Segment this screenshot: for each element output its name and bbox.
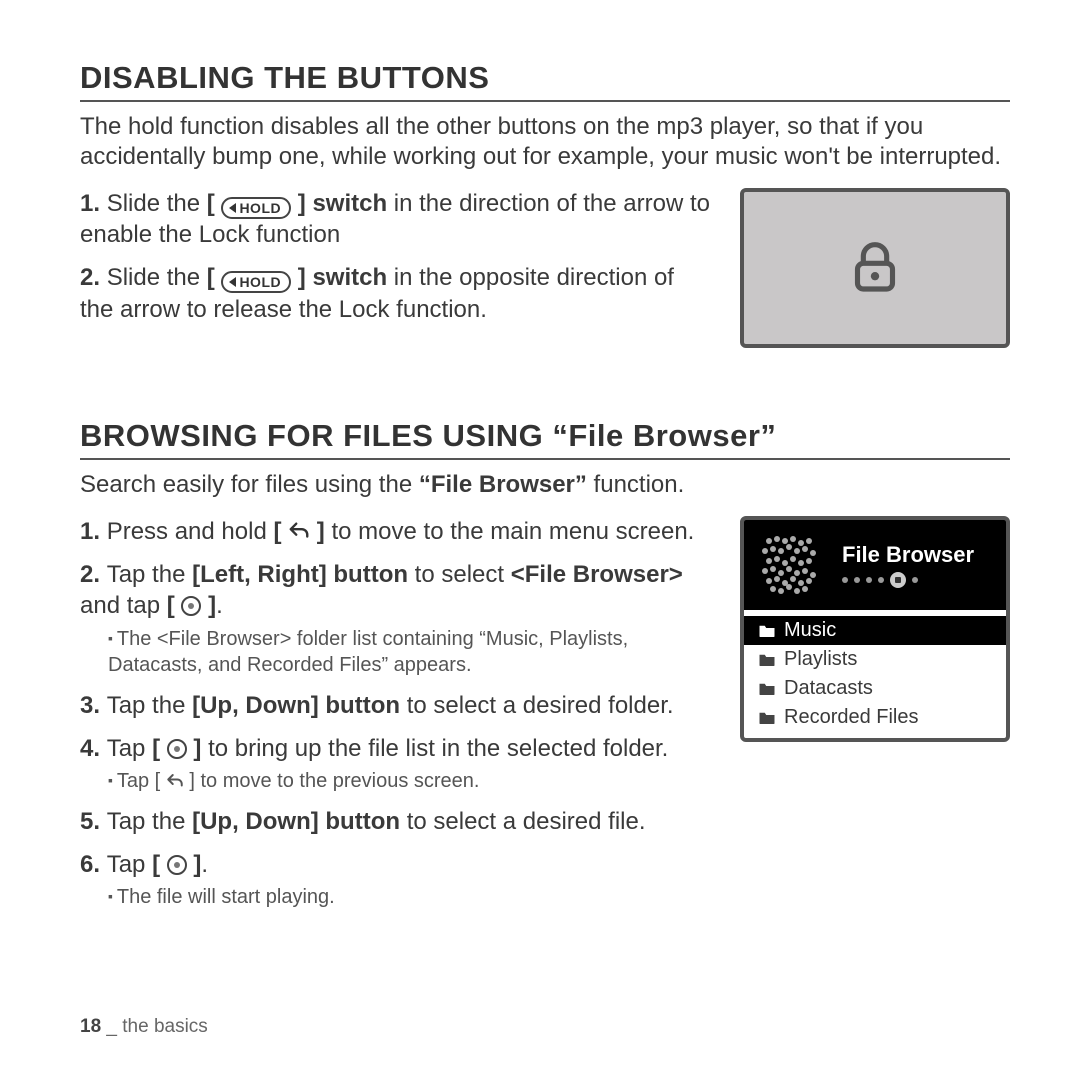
device-folder-list: Music Playlists Datacasts Recorded Files: [744, 610, 1006, 738]
hold-switch-icon: HOLD: [221, 271, 291, 293]
fb-step-6: 6. Tap [ ]. The file will start playing.: [80, 849, 710, 910]
fb-step-3: 3. Tap the [Up, Down] button to select a…: [80, 690, 710, 721]
device-title: File Browser: [842, 542, 974, 568]
select-button-icon: [167, 855, 187, 875]
folder-icon: [758, 681, 776, 697]
hold-switch-icon: HOLD: [221, 197, 291, 219]
page-footer: 18 _ the basics: [80, 1016, 208, 1038]
lock-icon: [847, 240, 903, 296]
intro-disabling: The hold function disables all the other…: [80, 112, 1010, 172]
folder-item: Recorded Files: [744, 703, 1006, 732]
back-icon: [288, 520, 310, 542]
folder-icon: [758, 710, 776, 726]
select-button-icon: [181, 596, 201, 616]
fb-step-2: 2. Tap the [Left, Right] button to selec…: [80, 559, 710, 677]
heading-disabling-buttons: DISABLING THE BUTTONS: [80, 60, 1010, 102]
device-header: File Browser: [744, 520, 1006, 610]
page-indicator: [842, 572, 974, 588]
lock-screen-illustration: [740, 188, 1010, 348]
folder-label: Playlists: [784, 648, 857, 671]
steps-disabling: 1. Slide the [ HOLD ] switch in the dire…: [80, 188, 710, 325]
folder-item: Music: [744, 616, 1006, 645]
select-button-icon: [167, 739, 187, 759]
folder-item: Playlists: [744, 645, 1006, 674]
file-browser-app-icon: [760, 534, 832, 596]
fb-step-2-sub: The <File Browser> folder list containin…: [108, 626, 710, 678]
file-browser-illustration: File Browser Music Playlists Datacasts Reco…: [740, 516, 1010, 742]
folder-icon: [758, 652, 776, 668]
folder-icon: [758, 623, 776, 639]
fb-step-6-sub: The file will start playing.: [108, 884, 710, 910]
fb-step-5: 5. Tap the [Up, Down] button to select a…: [80, 806, 710, 837]
folder-item: Datacasts: [744, 674, 1006, 703]
fb-step-4-sub: Tap [ ] to move to the previous screen.: [108, 768, 710, 794]
back-icon: [166, 772, 184, 790]
fb-step-1: 1. Press and hold [ ] to move to the mai…: [80, 516, 710, 547]
folder-label: Music: [784, 619, 836, 642]
folder-label: Datacasts: [784, 677, 873, 700]
fb-step-4: 4. Tap [ ] to bring up the file list in …: [80, 733, 710, 794]
steps-file-browser: 1. Press and hold [ ] to move to the mai…: [80, 516, 710, 910]
heading-file-browser: BROWSING FOR FILES USING “File Browser”: [80, 418, 1010, 460]
folder-label: Recorded Files: [784, 706, 919, 729]
step-1: 1. Slide the [ HOLD ] switch in the dire…: [80, 188, 710, 250]
step-2: 2. Slide the [ HOLD ] switch in the oppo…: [80, 262, 710, 324]
intro-file-browser: Search easily for files using the “File …: [80, 470, 1010, 500]
